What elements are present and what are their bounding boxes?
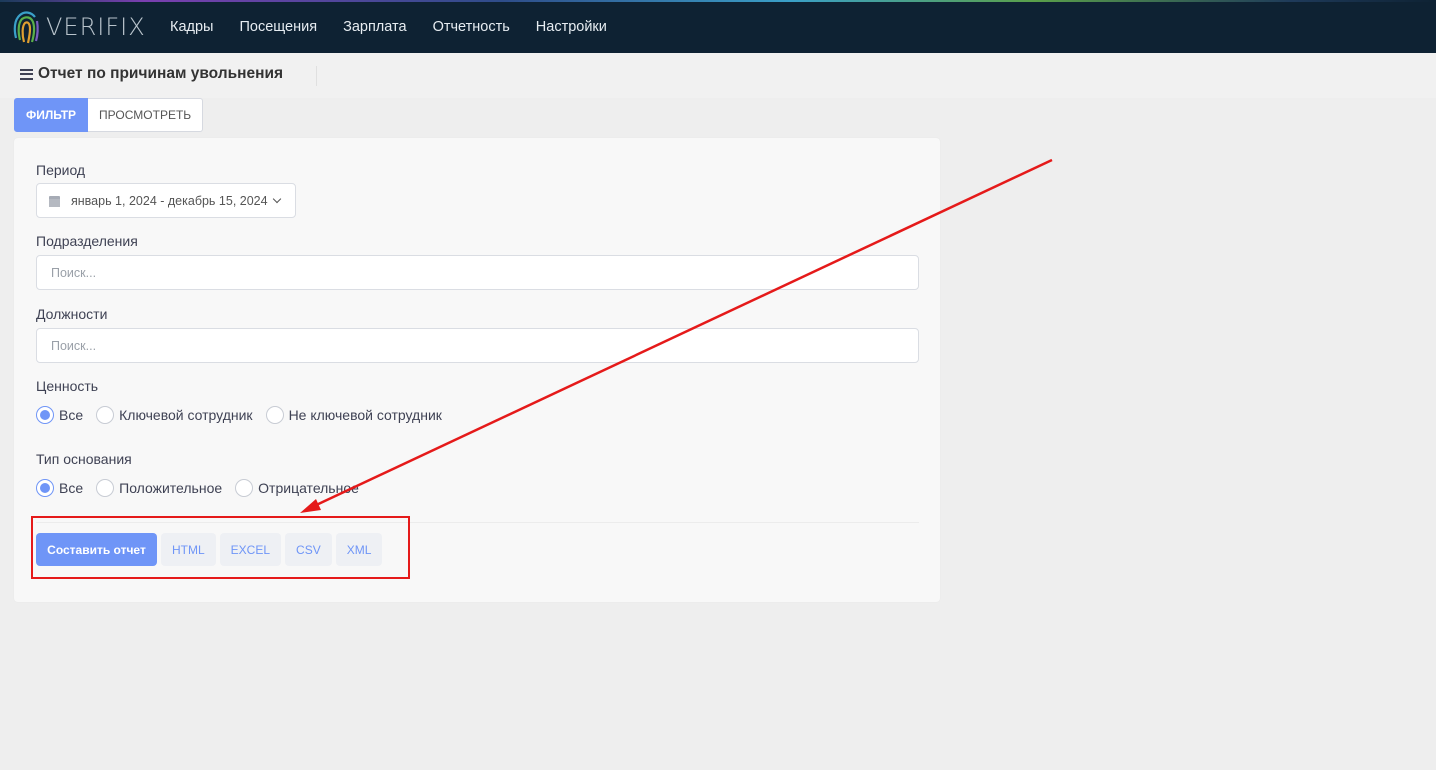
value-label: Ценность bbox=[36, 378, 99, 394]
chevron-down-icon bbox=[272, 194, 281, 203]
logo[interactable]: VERIFIX bbox=[12, 7, 146, 47]
page-title-wrap: Отчет по причинам увольнения bbox=[20, 65, 283, 83]
radio-basis-negative[interactable]: Отрицательное bbox=[235, 479, 359, 497]
top-navbar: VERIFIX Кадры Посещения Зарплата Отчетно… bbox=[0, 0, 1436, 53]
radio-circle bbox=[96, 479, 115, 497]
positions-label: Должности bbox=[36, 306, 108, 322]
basis-type-radio-group: Все Положительное Отрицательное bbox=[36, 479, 372, 497]
radio-label: Положительное bbox=[119, 480, 223, 496]
value-radio-group: Все Ключевой сотрудник Не ключевой сотру… bbox=[36, 406, 455, 424]
radio-label: Все bbox=[59, 480, 84, 496]
fingerprint-logo-icon bbox=[13, 11, 39, 44]
logo-text: VERIFIX bbox=[46, 13, 146, 41]
calendar-icon bbox=[49, 195, 60, 207]
radio-value-non-key[interactable]: Не ключевой сотрудник bbox=[265, 406, 442, 424]
page-title: Отчет по причинам увольнения bbox=[38, 65, 284, 82]
radio-circle bbox=[36, 479, 54, 497]
period-date-range-picker[interactable]: январь 1, 2024 - декабрь 15, 2024 bbox=[36, 183, 296, 218]
nav-item-attendance[interactable]: Посещения bbox=[226, 19, 330, 35]
divisions-search-input[interactable] bbox=[36, 255, 919, 290]
page-header: Отчет по причинам увольнения bbox=[0, 53, 1436, 98]
radio-label: Все bbox=[59, 407, 84, 423]
period-label: Период bbox=[36, 162, 86, 178]
radio-basis-all[interactable]: Все bbox=[36, 479, 83, 497]
tab-view[interactable]: ПРОСМОТРЕТЬ bbox=[88, 98, 204, 132]
annotation-highlight-box bbox=[31, 516, 410, 579]
radio-circle bbox=[235, 479, 254, 497]
divisions-label: Подразделения bbox=[36, 233, 138, 249]
radio-value-all[interactable]: Все bbox=[36, 406, 83, 424]
radio-label: Отрицательное bbox=[258, 480, 359, 496]
radio-label: Не ключевой сотрудник bbox=[288, 407, 442, 423]
positions-search-input[interactable] bbox=[36, 328, 919, 363]
title-divider bbox=[316, 66, 317, 86]
radio-value-key[interactable]: Ключевой сотрудник bbox=[96, 406, 253, 424]
nav-item-kadry[interactable]: Кадры bbox=[157, 19, 226, 35]
nav-item-reports[interactable]: Отчетность bbox=[420, 19, 523, 35]
tab-filter[interactable]: ФИЛЬТР bbox=[14, 98, 89, 132]
view-tabs: ФИЛЬТР ПРОСМОТРЕТЬ bbox=[14, 98, 204, 132]
period-value: январь 1, 2024 - декабрь 15, 2024 bbox=[71, 193, 268, 208]
nav-item-salary[interactable]: Зарплата bbox=[330, 19, 420, 35]
basis-type-label: Тип основания bbox=[36, 451, 132, 467]
radio-basis-positive[interactable]: Положительное bbox=[96, 479, 222, 497]
radio-circle bbox=[96, 406, 115, 424]
radio-circle bbox=[36, 406, 54, 424]
menu-icon[interactable] bbox=[20, 68, 33, 80]
main-nav: Кадры Посещения Зарплата Отчетность Наст… bbox=[157, 0, 620, 53]
radio-circle bbox=[265, 406, 284, 424]
radio-label: Ключевой сотрудник bbox=[119, 407, 253, 423]
nav-item-settings[interactable]: Настройки bbox=[523, 19, 620, 35]
